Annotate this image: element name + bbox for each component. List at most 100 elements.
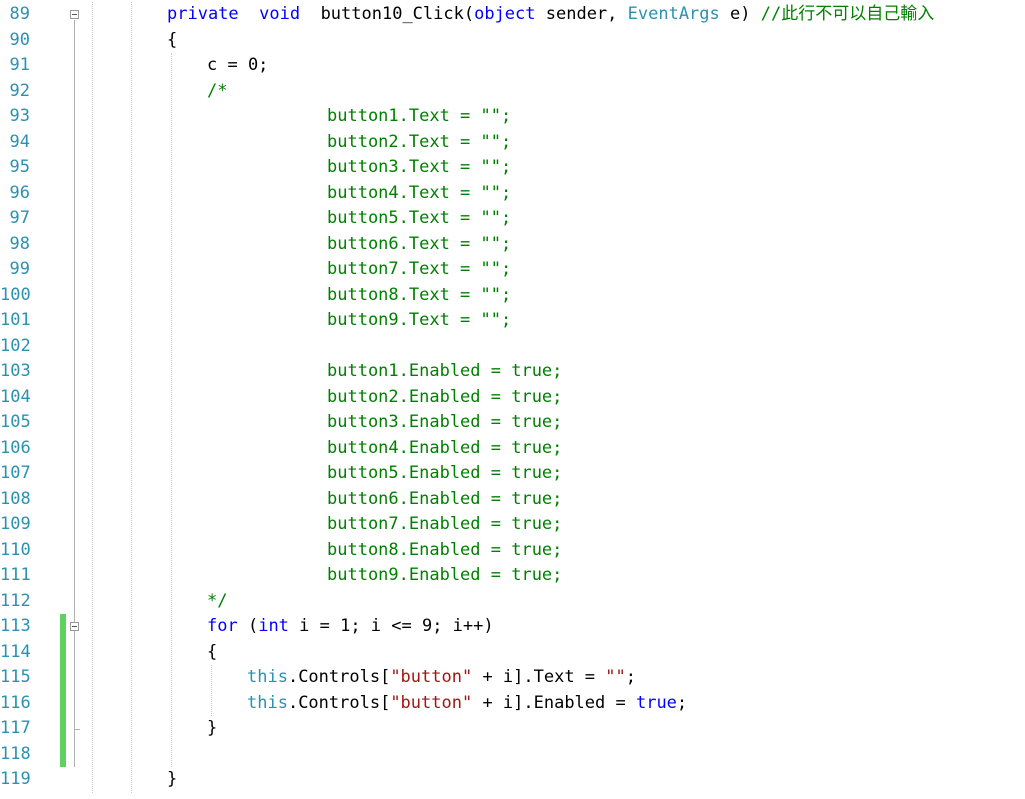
code-token: EventArgs (627, 4, 720, 24)
code-token: button8.Enabled = true; (327, 539, 563, 560)
line-number: 98 (9, 233, 30, 254)
code-line[interactable]: 111 button9.Enabled = true; (0, 563, 1025, 589)
code-token: */ (207, 590, 228, 611)
line-number: 93 (9, 106, 30, 126)
code-token: ( (237, 616, 259, 636)
code-text: button1.Text = ""; (327, 104, 511, 130)
code-line[interactable]: 90 { (0, 28, 1025, 54)
code-text: for (int i = 1; i <= 9; i++) (207, 614, 494, 640)
code-token: object (474, 4, 536, 24)
code-token: true (635, 692, 677, 713)
line-number: 94 (9, 131, 30, 152)
code-token: i = 1; i <= 9; i++) (288, 616, 494, 636)
code-text: { (167, 28, 177, 54)
line-number: 104 (0, 386, 31, 407)
code-line[interactable]: 113 for (int i = 1; i <= 9; i++) (0, 614, 1025, 640)
code-line[interactable]: 112 */ (0, 589, 1025, 615)
code-line[interactable]: 115 this.Controls["button" + i].Text = ""… (0, 665, 1025, 691)
line-number: 106 (0, 437, 31, 458)
line-number: 91 (9, 55, 30, 75)
code-line[interactable]: 105 button3.Enabled = true; (0, 410, 1025, 436)
code-token: button2.Text = ""; (327, 131, 512, 152)
line-number: 95 (9, 157, 30, 177)
code-text: button6.Enabled = true; (327, 487, 562, 513)
line-number: 109 (0, 514, 31, 534)
code-token: sender, (535, 4, 628, 24)
code-token: button1.Enabled = true; (327, 361, 563, 381)
code-token: //此行不可以自己輸入 (760, 4, 935, 24)
code-line[interactable]: 117} (0, 716, 1025, 742)
line-number: 101 (0, 310, 31, 330)
line-number: 113 (0, 616, 31, 636)
code-line[interactable]: 106 button4.Enabled = true; (0, 436, 1025, 462)
code-text: button7.Text = ""; (327, 257, 511, 283)
code-token: .Controls[ (287, 692, 391, 713)
code-text: { (207, 640, 217, 666)
code-line[interactable]: 101 button9.Text = ""; (0, 308, 1025, 334)
code-line[interactable]: 119} (0, 767, 1025, 793)
code-line[interactable]: 109 button7.Enabled = true; (0, 512, 1025, 538)
code-text: button4.Enabled = true; (327, 436, 562, 462)
code-token: button3.Enabled = true; (327, 412, 563, 432)
code-token: button2.Enabled = true; (327, 386, 563, 407)
code-text: button8.Text = ""; (327, 283, 511, 309)
code-token: button4.Enabled = true; (327, 437, 563, 458)
line-number: 105 (0, 412, 31, 432)
code-line[interactable]: 94 button2.Text = ""; (0, 130, 1025, 156)
code-line[interactable]: 108 button6.Enabled = true; (0, 487, 1025, 513)
code-line[interactable]: 89 private void button10_Click(object sen… (0, 2, 1025, 28)
line-number: 102 (0, 335, 31, 356)
code-text: button5.Text = ""; (327, 206, 511, 232)
code-token: "button" (390, 692, 473, 713)
code-text: button7.Enabled = true; (327, 512, 562, 538)
line-number: 99 (9, 259, 30, 279)
code-token: button7.Text = ""; (327, 259, 512, 279)
code-token: e) (719, 4, 761, 24)
code-text: private void button10_Click(object sende… (167, 2, 934, 28)
code-token: } (167, 769, 178, 789)
code-line[interactable]: 92 /* (0, 79, 1025, 105)
code-line[interactable]: 104 button2.Enabled = true; (0, 385, 1025, 411)
code-token: button4.Text = ""; (327, 182, 512, 203)
line-number: 115 (0, 667, 31, 687)
code-token: button6.Text = ""; (327, 233, 512, 254)
code-token: { (207, 641, 218, 662)
code-token: button9.Enabled = true; (327, 565, 563, 585)
code-line[interactable]: 102 (0, 334, 1025, 360)
line-number: 118 (0, 743, 31, 764)
line-number: 114 (0, 641, 31, 662)
code-line[interactable]: 107 button5.Enabled = true; (0, 461, 1025, 487)
code-text: button6.Text = ""; (327, 232, 511, 258)
code-text: this.Controls["button" + i].Enabled = tr… (247, 691, 687, 717)
code-line[interactable]: 114 { (0, 640, 1025, 666)
code-token: "" (605, 667, 626, 687)
code-text: button3.Enabled = true; (327, 410, 562, 436)
line-number: 89 (9, 4, 30, 24)
code-line[interactable]: 100 button8.Text = ""; (0, 283, 1025, 309)
code-token: button5.Enabled = true; (327, 463, 563, 483)
code-token: this (247, 692, 288, 713)
code-token: button1.Text = ""; (327, 106, 512, 126)
code-token: private (167, 4, 239, 24)
code-line[interactable]: 103 button1.Enabled = true; (0, 359, 1025, 385)
code-token: "button" (390, 667, 473, 687)
code-line[interactable]: 93 button1.Text = ""; (0, 104, 1025, 130)
code-line[interactable]: 118 (0, 742, 1025, 768)
code-line[interactable]: 91 c = 0; (0, 53, 1025, 79)
code-token: void (259, 4, 301, 24)
code-line[interactable]: 99 button7.Text = ""; (0, 257, 1025, 283)
code-token: button3.Text = ""; (327, 157, 512, 177)
code-token: int (258, 616, 289, 636)
code-line[interactable]: 110 button8.Enabled = true; (0, 538, 1025, 564)
code-line[interactable]: 98 button6.Text = ""; (0, 232, 1025, 258)
code-line[interactable]: 95 button3.Text = ""; (0, 155, 1025, 181)
code-text: this.Controls["button" + i].Text = ""; (247, 665, 636, 691)
code-line[interactable]: 96 button4.Text = ""; (0, 181, 1025, 207)
code-line[interactable]: 97 button5.Text = ""; (0, 206, 1025, 232)
code-token: + i].Enabled = (472, 692, 636, 713)
code-token: ; (676, 692, 688, 713)
code-line[interactable]: 116 this.Controls["button" + i].Enabled =… (0, 691, 1025, 717)
code-editor[interactable]: 89 private void button10_Click(object sen… (0, 0, 1025, 799)
code-text: button3.Text = ""; (327, 155, 511, 181)
